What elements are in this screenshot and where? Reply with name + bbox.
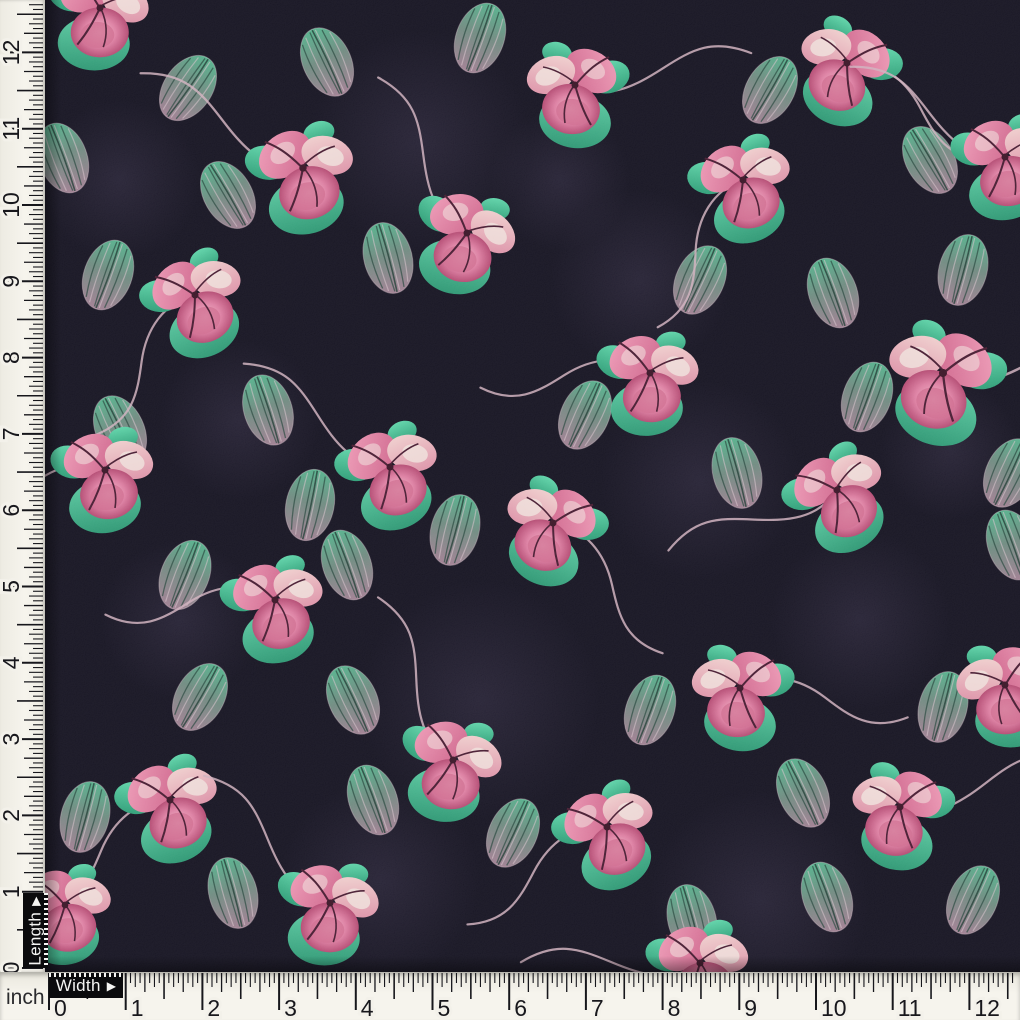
- svg-text:0: 0: [54, 995, 67, 1020]
- svg-text:12: 12: [0, 40, 24, 66]
- svg-text:10: 10: [0, 192, 24, 218]
- width-label-tab: Width ▶: [49, 973, 123, 998]
- svg-text:12: 12: [974, 995, 1000, 1020]
- svg-text:11: 11: [898, 995, 922, 1020]
- right-arrow-icon: ▶: [107, 979, 117, 993]
- svg-text:7: 7: [0, 428, 24, 441]
- svg-text:0: 0: [0, 962, 24, 972]
- svg-text:1: 1: [0, 885, 24, 898]
- length-label-text: Length: [26, 911, 46, 965]
- svg-text:6: 6: [514, 995, 527, 1020]
- svg-text:10: 10: [821, 995, 847, 1020]
- ruler-bottom-width: 0123456789101112: [0, 972, 1020, 1020]
- unit-label-inch: inch: [6, 986, 45, 1010]
- width-label-text: Width: [56, 976, 101, 996]
- svg-text:8: 8: [668, 995, 681, 1020]
- svg-text:9: 9: [0, 275, 24, 288]
- svg-text:2: 2: [0, 809, 24, 822]
- svg-text:9: 9: [744, 995, 757, 1020]
- svg-text:4: 4: [361, 995, 374, 1020]
- svg-text:11: 11: [0, 117, 24, 141]
- ruler-left-length: 0123456789101112: [0, 0, 45, 972]
- svg-text:7: 7: [591, 995, 604, 1020]
- fabric-product-photo: 0123456789101112 0123456789101112 Length…: [0, 0, 1020, 1020]
- svg-text:5: 5: [0, 580, 24, 593]
- svg-text:4: 4: [0, 656, 24, 669]
- length-label-tab: Length ▶: [23, 893, 48, 968]
- svg-text:5: 5: [438, 995, 451, 1020]
- svg-text:8: 8: [0, 351, 24, 364]
- svg-text:3: 3: [0, 733, 24, 746]
- fabric-swatch: [0, 0, 1020, 1020]
- svg-text:3: 3: [284, 995, 297, 1020]
- svg-text:6: 6: [0, 504, 24, 517]
- up-arrow-icon: ▶: [29, 896, 43, 906]
- svg-text:2: 2: [207, 995, 220, 1020]
- svg-text:1: 1: [131, 995, 144, 1020]
